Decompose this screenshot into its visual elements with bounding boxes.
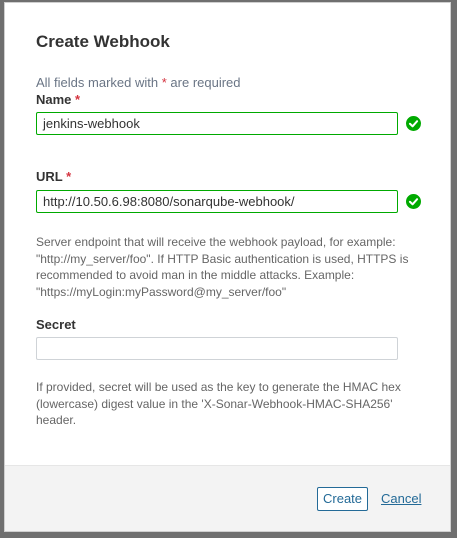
create-webhook-dialog: Create Webhook All fields marked with * … xyxy=(4,2,451,532)
url-label-text: URL xyxy=(36,169,63,184)
url-required-star: * xyxy=(66,169,72,184)
required-star: * xyxy=(161,75,167,90)
create-button[interactable]: Create xyxy=(317,487,369,511)
name-label-text: Name xyxy=(36,92,72,107)
name-input[interactable]: jenkins-webhook xyxy=(36,112,398,135)
url-input-value: http://10.50.6.98:8080/sonarqube-webhook… xyxy=(43,194,295,209)
secret-input[interactable] xyxy=(36,337,398,360)
cancel-link[interactable]: Cancel xyxy=(381,491,421,506)
dialog-footer: Create Cancel xyxy=(5,465,450,531)
url-label: URL * xyxy=(36,169,71,184)
check-circle-icon xyxy=(406,116,421,131)
name-input-value: jenkins-webhook xyxy=(43,116,140,131)
required-note-prefix: All fields marked with xyxy=(36,75,159,90)
dialog-title: Create Webhook xyxy=(36,32,170,51)
url-input[interactable]: http://10.50.6.98:8080/sonarqube-webhook… xyxy=(36,190,398,213)
name-required-star: * xyxy=(75,92,81,107)
secret-label-text: Secret xyxy=(36,317,76,332)
check-circle-icon xyxy=(406,194,421,209)
required-fields-note: All fields marked with * are required xyxy=(36,75,241,90)
url-help-text: Server endpoint that will receive the we… xyxy=(36,235,409,299)
required-note-suffix: are required xyxy=(170,75,241,90)
secret-label: Secret xyxy=(36,317,76,332)
secret-help-text: If provided, secret will be used as the … xyxy=(36,380,401,427)
name-label: Name * xyxy=(36,92,80,107)
